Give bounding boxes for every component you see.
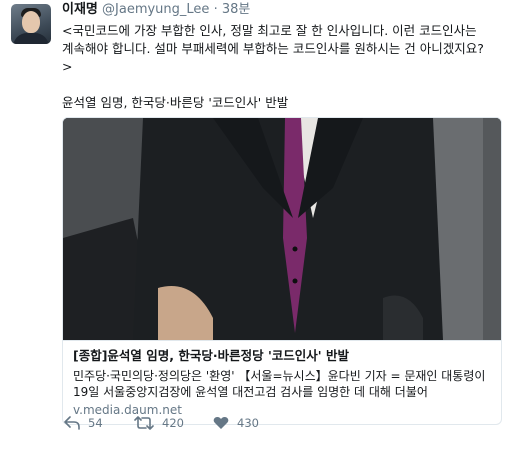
retweet-count: 420 (162, 416, 184, 430)
retweet-button[interactable]: 420 (134, 413, 184, 433)
like-button[interactable]: 430 (213, 413, 259, 433)
reply-count: 54 (88, 416, 103, 430)
card-title[interactable]: [종합]윤석열 임명, 한국당·바른정당 '코드인사' 반발 (73, 348, 493, 364)
tweet-time-label: 38분 (221, 2, 251, 17)
reply-icon (64, 416, 80, 430)
author-name[interactable]: 이재명 (62, 2, 98, 17)
card-photo (63, 118, 501, 340)
author-handle[interactable]: @Jaemyung_Lee (102, 2, 209, 17)
tweet-time[interactable]: · 38분 (214, 2, 251, 17)
author-avatar[interactable] (11, 4, 51, 44)
avatar-suit (13, 33, 49, 44)
tweet-text-line-3: 윤석열 임명, 한국당·바른당 '코드인사' 반발 (62, 95, 289, 110)
card-body: [종합]윤석열 임명, 한국당·바른정당 '코드인사' 반발 민주당·국민의당·… (63, 340, 501, 424)
tweet-text: <국민코드에 가장 부합한 인사, 정말 최고로 잘 한 인사입니다. 이런 코… (62, 22, 502, 112)
avatar-face (22, 11, 40, 33)
link-card[interactable]: [종합]윤석열 임명, 한국당·바른정당 '코드인사' 반발 민주당·국민의당·… (62, 117, 502, 425)
heart-icon (213, 417, 229, 429)
tweet-text-spacer (62, 76, 502, 94)
like-count: 430 (237, 416, 259, 430)
tweet-text-line-1: <국민코드에 가장 부합한 인사, 정말 최고로 잘 한 인사입니다. 이런 코… (62, 23, 484, 56)
tweet-header: 이재명 @Jaemyung_Lee · 38분 (62, 2, 250, 18)
reply-button[interactable]: 54 (64, 413, 103, 433)
card-image[interactable] (63, 118, 501, 340)
retweet-icon (134, 416, 154, 430)
tweet-text-line-2: > (62, 59, 73, 74)
card-description: 민주당·국민의당·정의당은 '환영' 【서울=뉴시스】윤다빈 기자 = 문재인 … (73, 369, 486, 399)
